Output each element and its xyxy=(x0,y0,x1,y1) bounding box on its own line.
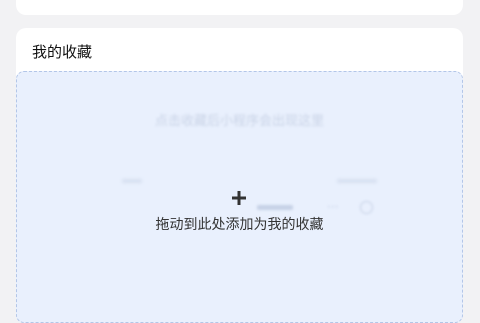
top-card xyxy=(16,0,463,15)
drop-zone-ghost-hint: 点击收藏后小程序会出现这里 xyxy=(154,114,324,129)
drop-zone-label: 拖动到此处添加为我的收藏 xyxy=(155,217,324,233)
drop-zone-ghost-row xyxy=(122,175,377,189)
drop-zone-ghost-item: ··· xyxy=(257,200,387,216)
favorites-drop-zone[interactable]: 点击收藏后小程序会出现这里 ··· 拖动到此处添加为我的收藏 xyxy=(16,71,463,323)
favorites-card: 我的收藏 点击收藏后小程序会出现这里 ··· 拖动到此处添加为我的收藏 xyxy=(16,28,463,323)
plus-icon xyxy=(232,191,246,205)
favorites-title: 我的收藏 xyxy=(32,43,93,61)
